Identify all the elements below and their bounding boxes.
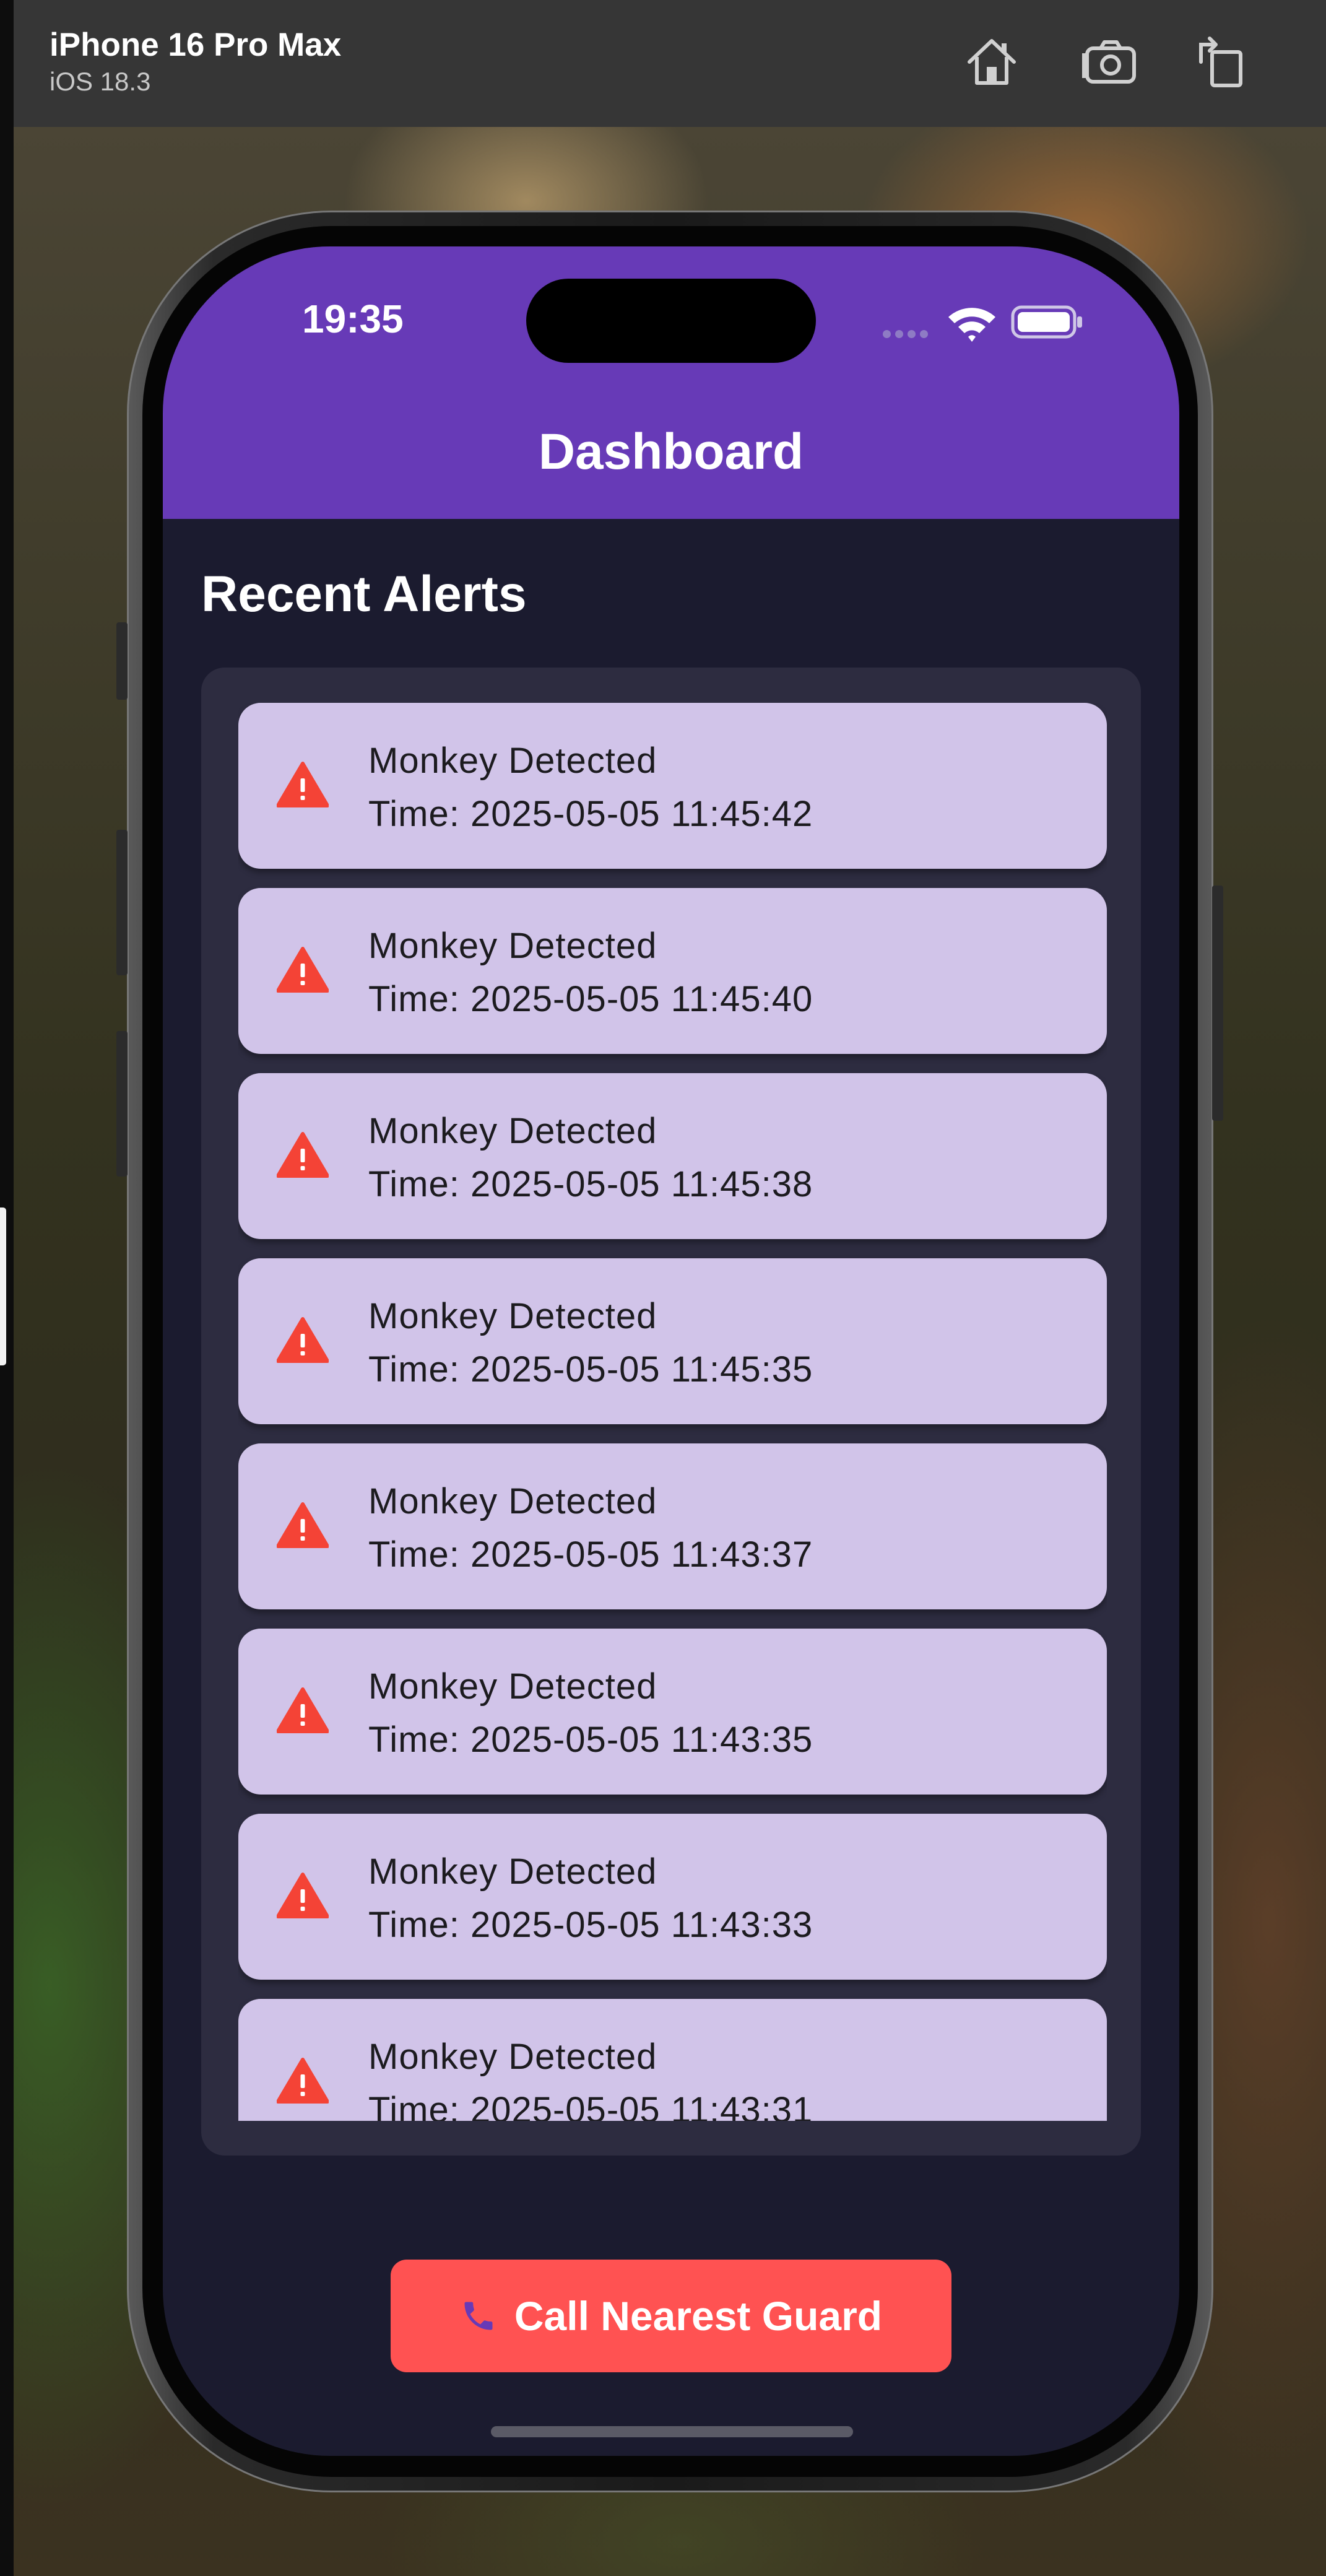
- page-title: Dashboard: [538, 424, 804, 480]
- screenshot-button[interactable]: [1080, 31, 1142, 93]
- simulator-toolbar: iPhone 16 Pro Max iOS 18.3: [14, 0, 1326, 127]
- device-screen: 19:35 Dashboard Recent Alerts Monkey Det…: [163, 246, 1179, 2456]
- alert-card[interactable]: Monkey Detected Time: 2025-05-05 11:45:35: [238, 1258, 1107, 1424]
- alert-card[interactable]: Monkey Detected Time: 2025-05-05 11:43:35: [238, 1629, 1107, 1795]
- alerts-panel[interactable]: Monkey Detected Time: 2025-05-05 11:45:42…: [201, 668, 1141, 2156]
- alert-timestamp: Time: 2025-05-05 11:45:40: [368, 979, 813, 1019]
- warning-icon: [277, 1317, 329, 1363]
- alert-title: Monkey Detected: [368, 926, 657, 966]
- rotate-icon: [1199, 37, 1242, 87]
- alert-card[interactable]: Monkey Detected Time: 2025-05-05 11:45:42: [238, 703, 1107, 869]
- battery-icon: [1011, 305, 1082, 339]
- alert-title: Monkey Detected: [368, 2037, 657, 2077]
- alert-timestamp: Time: 2025-05-05 11:43:35: [368, 1720, 813, 1760]
- warning-icon: [277, 2058, 329, 2104]
- alerts-list[interactable]: Monkey Detected Time: 2025-05-05 11:45:42…: [238, 703, 1107, 2121]
- warning-icon: [277, 1687, 329, 1733]
- alert-timestamp: Time: 2025-05-05 11:45:35: [368, 1349, 813, 1390]
- alert-title: Monkey Detected: [368, 1852, 657, 1892]
- phone-icon: [464, 2302, 493, 2330]
- home-indicator[interactable]: [491, 2426, 853, 2437]
- alert-card[interactable]: Monkey Detected Time: 2025-05-05 11:43:37: [238, 1443, 1107, 1609]
- cellular-signal-icon: [883, 330, 932, 341]
- alert-timestamp: Time: 2025-05-05 11:45:42: [368, 794, 813, 834]
- alert-timestamp: Time: 2025-05-05 11:43:31: [368, 2090, 813, 2121]
- alert-card[interactable]: Monkey Detected Time: 2025-05-05 11:43:31: [238, 1999, 1107, 2121]
- home-button[interactable]: [961, 31, 1023, 93]
- alert-card[interactable]: Monkey Detected Time: 2025-05-05 11:45:38: [238, 1073, 1107, 1239]
- warning-icon: [277, 762, 329, 807]
- rotate-button[interactable]: [1190, 31, 1252, 93]
- alert-title: Monkey Detected: [368, 1296, 657, 1336]
- alert-timestamp: Time: 2025-05-05 11:43:33: [368, 1905, 813, 1945]
- alert-title: Monkey Detected: [368, 1111, 657, 1151]
- alert-card[interactable]: Monkey Detected Time: 2025-05-05 11:45:40: [238, 888, 1107, 1054]
- alert-timestamp: Time: 2025-05-05 11:43:37: [368, 1534, 813, 1575]
- volume-down-button[interactable]: [116, 1031, 128, 1177]
- screenshot-icon: [1082, 40, 1136, 84]
- alert-timestamp: Time: 2025-05-05 11:45:38: [368, 1164, 813, 1204]
- alert-title: Monkey Detected: [368, 1481, 657, 1521]
- warning-icon: [277, 1132, 329, 1178]
- warning-icon: [277, 1873, 329, 1918]
- device-name: iPhone 16 Pro Max: [50, 27, 342, 63]
- call-button-label: Call Nearest Guard: [514, 2293, 883, 2339]
- warning-icon: [277, 1502, 329, 1548]
- status-time: 19:35: [302, 297, 404, 341]
- dynamic-island: [526, 279, 816, 363]
- action-button[interactable]: [116, 622, 128, 700]
- volume-up-button[interactable]: [116, 830, 128, 975]
- section-title: Recent Alerts: [201, 566, 527, 622]
- app-bar: 19:35 Dashboard: [163, 246, 1179, 519]
- os-version: iOS 18.3: [50, 67, 151, 96]
- window-resize-handle[interactable]: [0, 1208, 6, 1365]
- power-button[interactable]: [1212, 886, 1223, 1121]
- alert-title: Monkey Detected: [368, 741, 657, 781]
- call-nearest-guard-button[interactable]: Call Nearest Guard: [391, 2260, 951, 2372]
- alert-card[interactable]: Monkey Detected Time: 2025-05-05 11:43:33: [238, 1814, 1107, 1980]
- wifi-icon: [948, 308, 995, 342]
- home-icon: [968, 39, 1016, 85]
- warning-icon: [277, 947, 329, 993]
- alert-title: Monkey Detected: [368, 1666, 657, 1707]
